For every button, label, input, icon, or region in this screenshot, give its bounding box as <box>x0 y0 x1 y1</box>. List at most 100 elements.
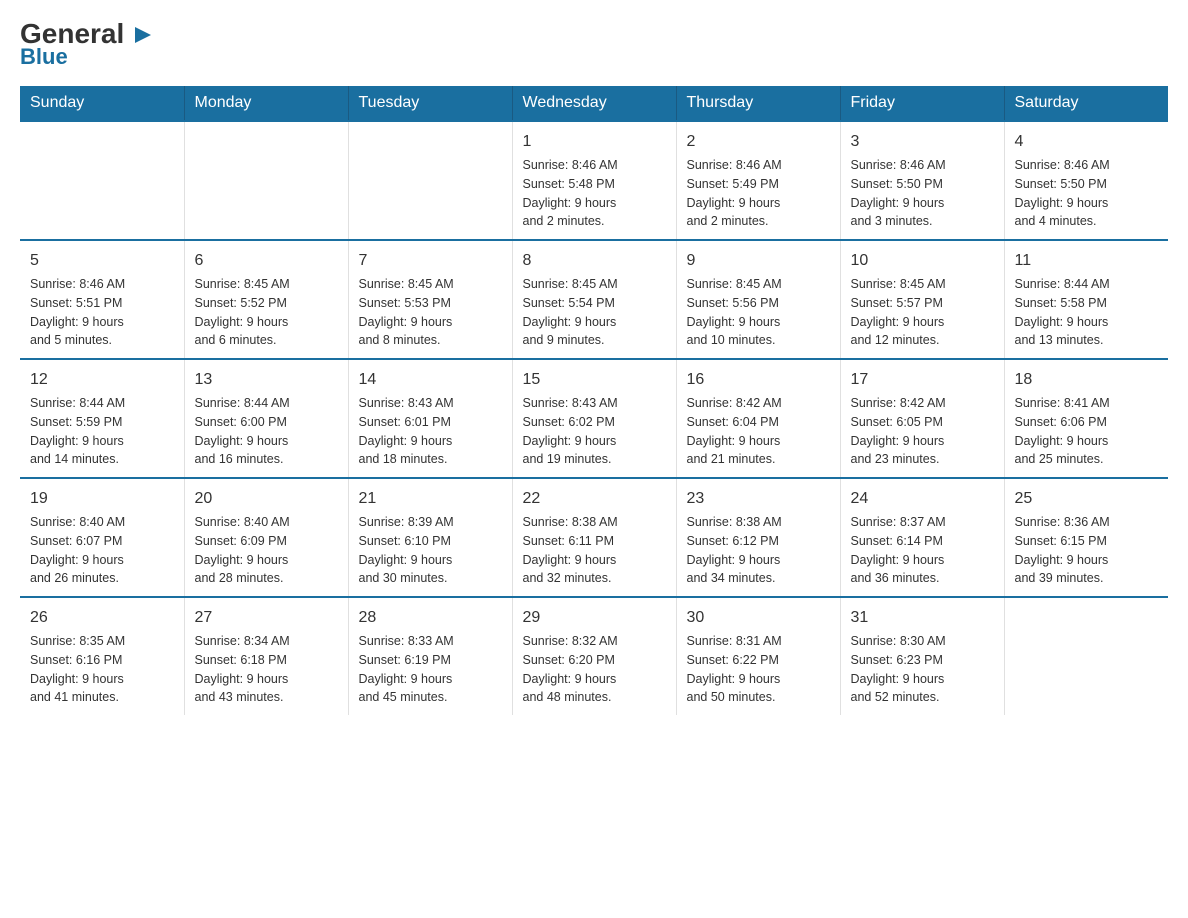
calendar-cell: 20Sunrise: 8:40 AM Sunset: 6:09 PM Dayli… <box>184 478 348 597</box>
calendar-cell <box>348 121 512 240</box>
calendar-cell: 25Sunrise: 8:36 AM Sunset: 6:15 PM Dayli… <box>1004 478 1168 597</box>
calendar-cell: 22Sunrise: 8:38 AM Sunset: 6:11 PM Dayli… <box>512 478 676 597</box>
day-info: Sunrise: 8:43 AM Sunset: 6:01 PM Dayligh… <box>359 394 502 469</box>
logo-triangle-icon <box>135 27 151 43</box>
day-number: 12 <box>30 368 174 392</box>
day-info: Sunrise: 8:41 AM Sunset: 6:06 PM Dayligh… <box>1015 394 1159 469</box>
calendar-cell: 14Sunrise: 8:43 AM Sunset: 6:01 PM Dayli… <box>348 359 512 478</box>
day-info: Sunrise: 8:45 AM Sunset: 5:53 PM Dayligh… <box>359 275 502 350</box>
calendar-cell: 11Sunrise: 8:44 AM Sunset: 5:58 PM Dayli… <box>1004 240 1168 359</box>
calendar-cell: 15Sunrise: 8:43 AM Sunset: 6:02 PM Dayli… <box>512 359 676 478</box>
day-number: 18 <box>1015 368 1159 392</box>
day-number: 27 <box>195 606 338 630</box>
calendar-cell <box>184 121 348 240</box>
day-number: 25 <box>1015 487 1159 511</box>
calendar-week-row: 19Sunrise: 8:40 AM Sunset: 6:07 PM Dayli… <box>20 478 1168 597</box>
day-info: Sunrise: 8:44 AM Sunset: 5:59 PM Dayligh… <box>30 394 174 469</box>
calendar-cell: 16Sunrise: 8:42 AM Sunset: 6:04 PM Dayli… <box>676 359 840 478</box>
day-number: 13 <box>195 368 338 392</box>
day-number: 28 <box>359 606 502 630</box>
day-number: 2 <box>687 130 830 154</box>
day-info: Sunrise: 8:46 AM Sunset: 5:50 PM Dayligh… <box>1015 156 1159 231</box>
calendar-cell: 7Sunrise: 8:45 AM Sunset: 5:53 PM Daylig… <box>348 240 512 359</box>
day-info: Sunrise: 8:44 AM Sunset: 6:00 PM Dayligh… <box>195 394 338 469</box>
calendar-cell: 26Sunrise: 8:35 AM Sunset: 6:16 PM Dayli… <box>20 597 184 715</box>
day-info: Sunrise: 8:36 AM Sunset: 6:15 PM Dayligh… <box>1015 513 1159 588</box>
day-info: Sunrise: 8:45 AM Sunset: 5:57 PM Dayligh… <box>851 275 994 350</box>
calendar-cell: 23Sunrise: 8:38 AM Sunset: 6:12 PM Dayli… <box>676 478 840 597</box>
calendar-cell <box>20 121 184 240</box>
day-info: Sunrise: 8:46 AM Sunset: 5:50 PM Dayligh… <box>851 156 994 231</box>
page-header: General Blue <box>20 20 1168 70</box>
day-number: 7 <box>359 249 502 273</box>
calendar-cell: 24Sunrise: 8:37 AM Sunset: 6:14 PM Dayli… <box>840 478 1004 597</box>
day-number: 9 <box>687 249 830 273</box>
calendar-cell: 10Sunrise: 8:45 AM Sunset: 5:57 PM Dayli… <box>840 240 1004 359</box>
calendar-table: SundayMondayTuesdayWednesdayThursdayFrid… <box>20 86 1168 715</box>
calendar-cell: 17Sunrise: 8:42 AM Sunset: 6:05 PM Dayli… <box>840 359 1004 478</box>
day-info: Sunrise: 8:42 AM Sunset: 6:05 PM Dayligh… <box>851 394 994 469</box>
day-number: 31 <box>851 606 994 630</box>
day-header-tuesday: Tuesday <box>348 86 512 121</box>
calendar-cell: 19Sunrise: 8:40 AM Sunset: 6:07 PM Dayli… <box>20 478 184 597</box>
calendar-cell: 21Sunrise: 8:39 AM Sunset: 6:10 PM Dayli… <box>348 478 512 597</box>
day-number: 14 <box>359 368 502 392</box>
calendar-cell: 27Sunrise: 8:34 AM Sunset: 6:18 PM Dayli… <box>184 597 348 715</box>
day-number: 26 <box>30 606 174 630</box>
day-info: Sunrise: 8:43 AM Sunset: 6:02 PM Dayligh… <box>523 394 666 469</box>
day-number: 6 <box>195 249 338 273</box>
day-number: 30 <box>687 606 830 630</box>
day-info: Sunrise: 8:46 AM Sunset: 5:51 PM Dayligh… <box>30 275 174 350</box>
day-info: Sunrise: 8:33 AM Sunset: 6:19 PM Dayligh… <box>359 632 502 707</box>
calendar-cell: 12Sunrise: 8:44 AM Sunset: 5:59 PM Dayli… <box>20 359 184 478</box>
day-number: 21 <box>359 487 502 511</box>
day-info: Sunrise: 8:40 AM Sunset: 6:07 PM Dayligh… <box>30 513 174 588</box>
day-number: 22 <box>523 487 666 511</box>
calendar-cell: 18Sunrise: 8:41 AM Sunset: 6:06 PM Dayli… <box>1004 359 1168 478</box>
calendar-week-row: 5Sunrise: 8:46 AM Sunset: 5:51 PM Daylig… <box>20 240 1168 359</box>
calendar-cell: 28Sunrise: 8:33 AM Sunset: 6:19 PM Dayli… <box>348 597 512 715</box>
day-number: 17 <box>851 368 994 392</box>
day-info: Sunrise: 8:45 AM Sunset: 5:52 PM Dayligh… <box>195 275 338 350</box>
day-header-thursday: Thursday <box>676 86 840 121</box>
day-number: 8 <box>523 249 666 273</box>
day-number: 16 <box>687 368 830 392</box>
day-info: Sunrise: 8:38 AM Sunset: 6:12 PM Dayligh… <box>687 513 830 588</box>
day-header-sunday: Sunday <box>20 86 184 121</box>
calendar-cell: 3Sunrise: 8:46 AM Sunset: 5:50 PM Daylig… <box>840 121 1004 240</box>
day-info: Sunrise: 8:46 AM Sunset: 5:49 PM Dayligh… <box>687 156 830 231</box>
day-info: Sunrise: 8:40 AM Sunset: 6:09 PM Dayligh… <box>195 513 338 588</box>
day-number: 1 <box>523 130 666 154</box>
calendar-cell: 31Sunrise: 8:30 AM Sunset: 6:23 PM Dayli… <box>840 597 1004 715</box>
day-info: Sunrise: 8:44 AM Sunset: 5:58 PM Dayligh… <box>1015 275 1159 350</box>
day-number: 15 <box>523 368 666 392</box>
day-number: 24 <box>851 487 994 511</box>
calendar-cell: 6Sunrise: 8:45 AM Sunset: 5:52 PM Daylig… <box>184 240 348 359</box>
day-info: Sunrise: 8:42 AM Sunset: 6:04 PM Dayligh… <box>687 394 830 469</box>
day-number: 11 <box>1015 249 1159 273</box>
day-header-wednesday: Wednesday <box>512 86 676 121</box>
calendar-cell: 9Sunrise: 8:45 AM Sunset: 5:56 PM Daylig… <box>676 240 840 359</box>
calendar-cell: 1Sunrise: 8:46 AM Sunset: 5:48 PM Daylig… <box>512 121 676 240</box>
day-info: Sunrise: 8:35 AM Sunset: 6:16 PM Dayligh… <box>30 632 174 707</box>
day-info: Sunrise: 8:38 AM Sunset: 6:11 PM Dayligh… <box>523 513 666 588</box>
day-number: 19 <box>30 487 174 511</box>
day-number: 5 <box>30 249 174 273</box>
calendar-week-row: 1Sunrise: 8:46 AM Sunset: 5:48 PM Daylig… <box>20 121 1168 240</box>
day-header-monday: Monday <box>184 86 348 121</box>
calendar-cell <box>1004 597 1168 715</box>
calendar-cell: 30Sunrise: 8:31 AM Sunset: 6:22 PM Dayli… <box>676 597 840 715</box>
day-info: Sunrise: 8:31 AM Sunset: 6:22 PM Dayligh… <box>687 632 830 707</box>
calendar-cell: 8Sunrise: 8:45 AM Sunset: 5:54 PM Daylig… <box>512 240 676 359</box>
day-number: 29 <box>523 606 666 630</box>
day-info: Sunrise: 8:39 AM Sunset: 6:10 PM Dayligh… <box>359 513 502 588</box>
day-info: Sunrise: 8:32 AM Sunset: 6:20 PM Dayligh… <box>523 632 666 707</box>
calendar-week-row: 26Sunrise: 8:35 AM Sunset: 6:16 PM Dayli… <box>20 597 1168 715</box>
day-number: 23 <box>687 487 830 511</box>
day-number: 10 <box>851 249 994 273</box>
day-header-saturday: Saturday <box>1004 86 1168 121</box>
day-number: 4 <box>1015 130 1159 154</box>
calendar-header-row: SundayMondayTuesdayWednesdayThursdayFrid… <box>20 86 1168 121</box>
day-info: Sunrise: 8:46 AM Sunset: 5:48 PM Dayligh… <box>523 156 666 231</box>
calendar-week-row: 12Sunrise: 8:44 AM Sunset: 5:59 PM Dayli… <box>20 359 1168 478</box>
